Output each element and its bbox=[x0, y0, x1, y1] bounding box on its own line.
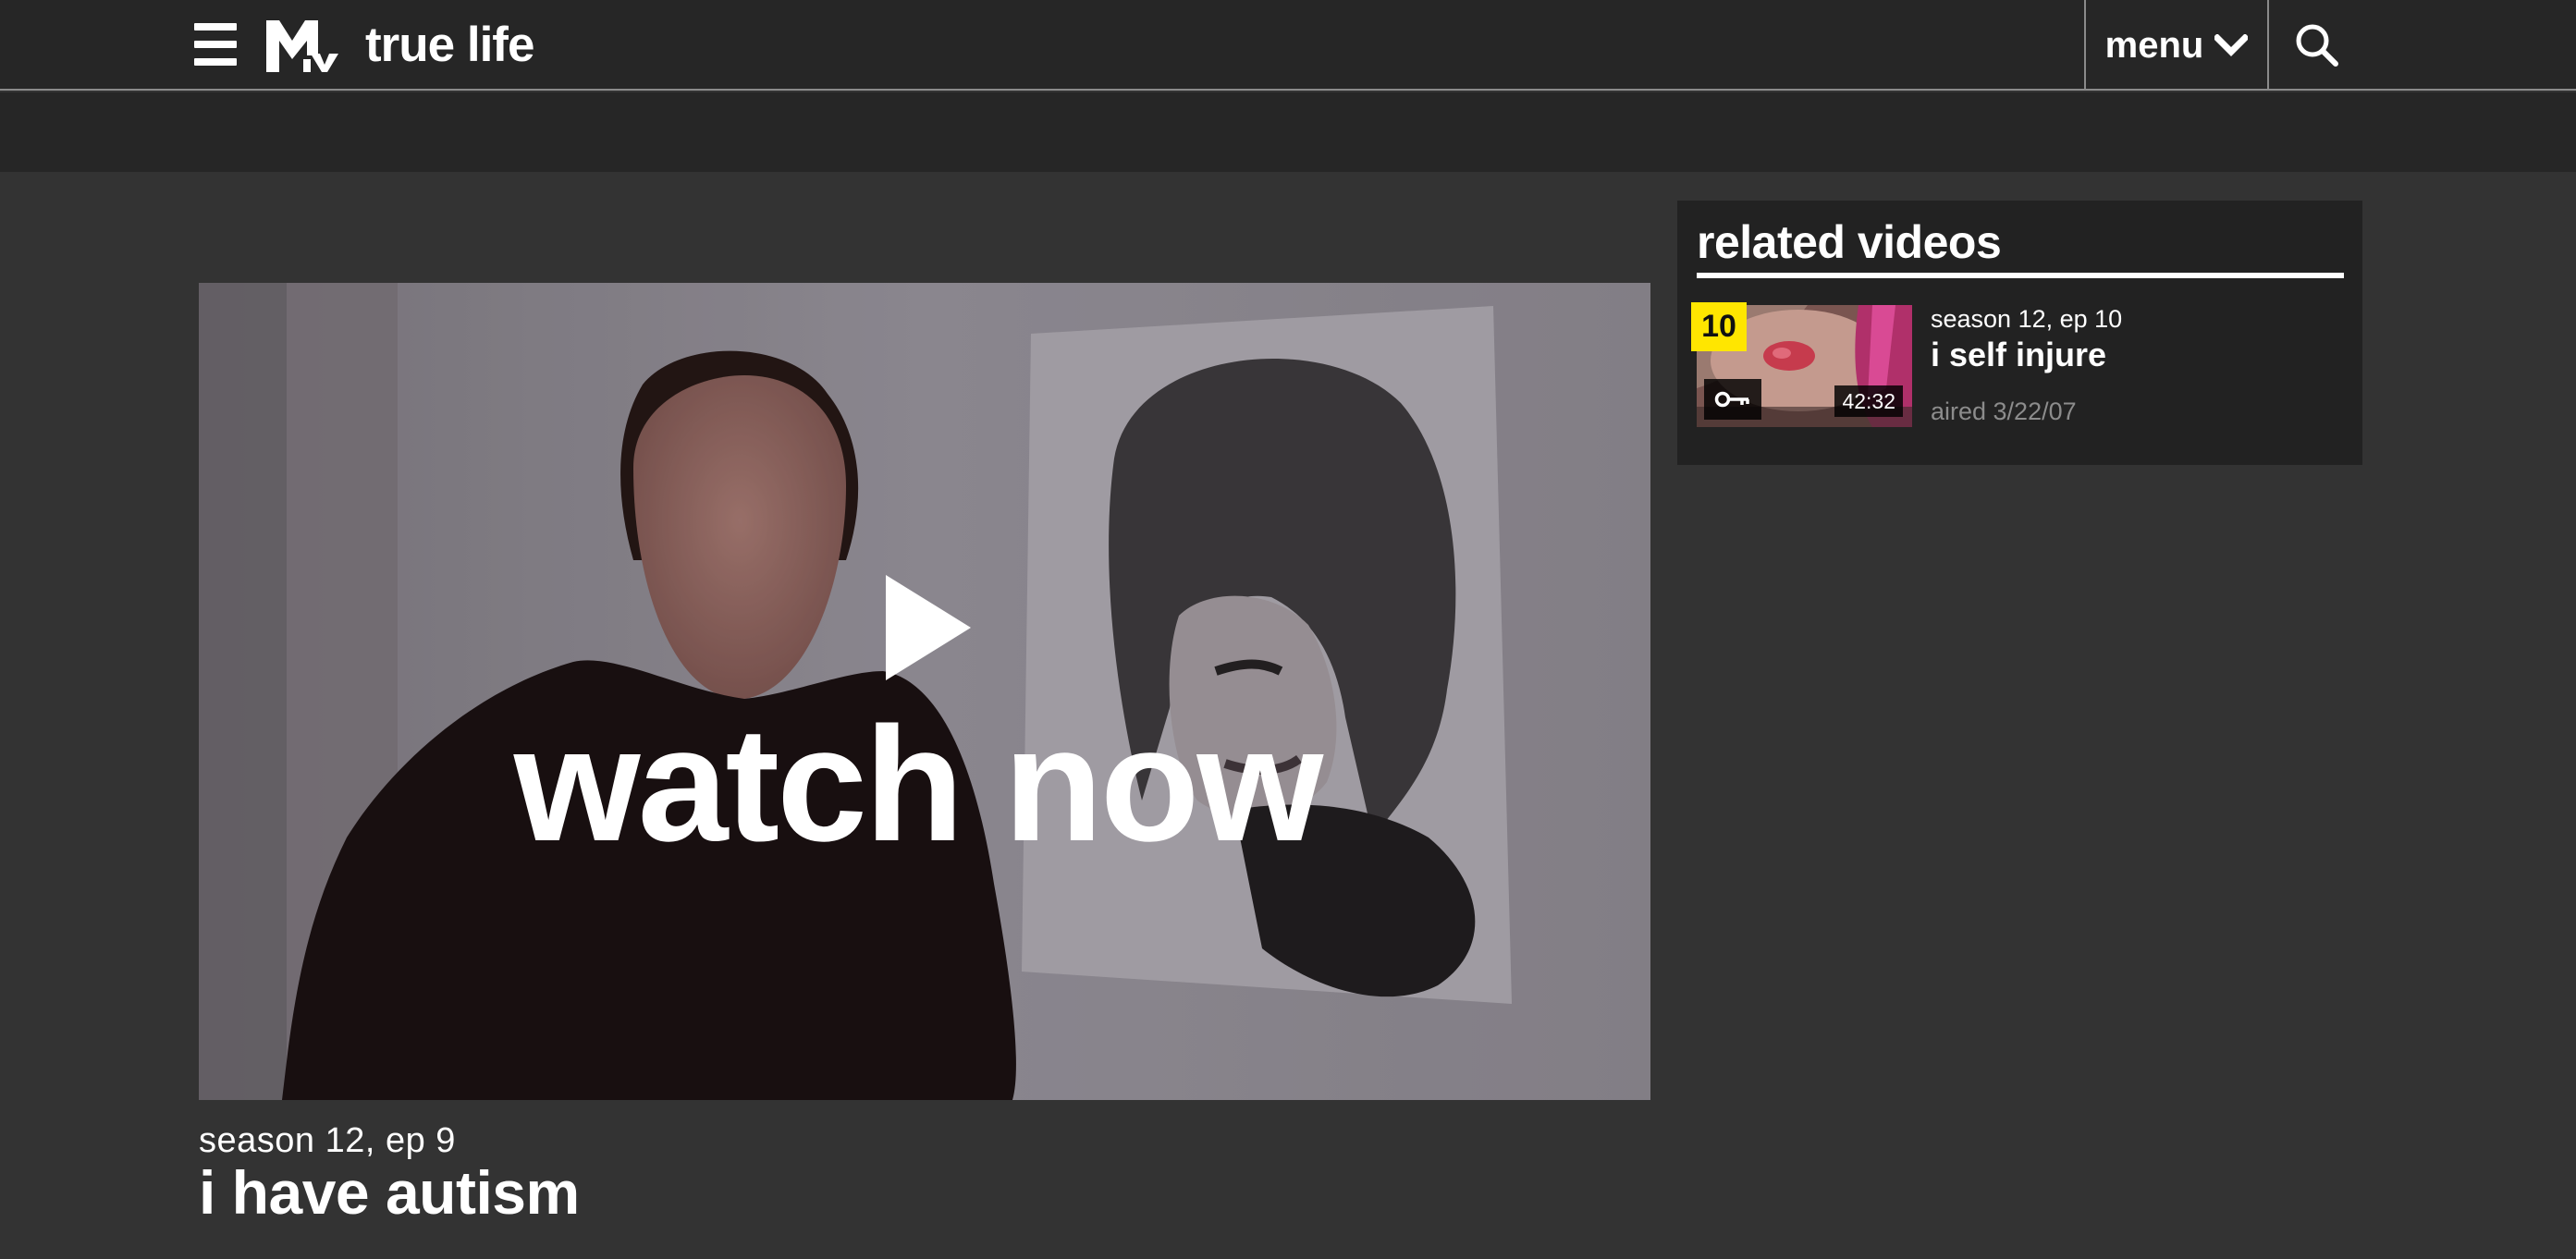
watch-now-overlay[interactable]: watch now bbox=[199, 703, 1650, 866]
menu-button[interactable]: menu bbox=[2084, 0, 2269, 91]
mtv-logo[interactable] bbox=[266, 18, 342, 72]
heading-underline bbox=[1697, 273, 2344, 278]
related-video-title[interactable]: i self injure bbox=[1931, 336, 2106, 374]
episode-number-badge: 10 bbox=[1691, 302, 1747, 351]
hamburger-menu-icon[interactable] bbox=[194, 23, 237, 66]
play-icon[interactable] bbox=[886, 575, 971, 680]
related-videos-heading: related videos bbox=[1697, 216, 2002, 268]
menu-label: menu bbox=[2104, 24, 2204, 66]
show-title[interactable]: true life bbox=[365, 13, 534, 78]
episode-season-label: season 12, ep 9 bbox=[199, 1121, 456, 1160]
related-video-aired-date: aired 3/22/07 bbox=[1931, 397, 2077, 425]
video-player[interactable]: watch now bbox=[199, 283, 1650, 1100]
video-duration: 42:32 bbox=[1834, 385, 1903, 417]
related-video-item[interactable]: 42:32 10 season 12, ep 10 i self injure … bbox=[1691, 302, 2344, 430]
top-navigation-bar: true life menu bbox=[0, 0, 2576, 91]
search-button[interactable] bbox=[2271, 0, 2363, 91]
episode-title: i have autism bbox=[199, 1158, 580, 1227]
search-icon bbox=[2296, 24, 2338, 67]
locked-content-key-icon bbox=[1704, 379, 1761, 420]
related-videos-panel: related videos 42:32 10 season 12, ep 10… bbox=[1677, 201, 2362, 465]
watch-now-label: watch now bbox=[513, 694, 1324, 875]
video-thumbnail-image bbox=[199, 283, 1650, 1100]
related-video-season-label: season 12, ep 10 bbox=[1931, 305, 2123, 333]
chevron-down-icon bbox=[2214, 34, 2249, 56]
secondary-nav-band bbox=[0, 92, 2576, 172]
